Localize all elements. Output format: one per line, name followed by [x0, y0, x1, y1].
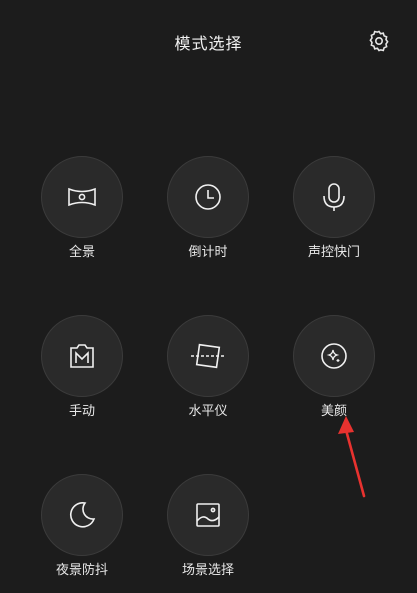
- page-title: 模式选择: [174, 34, 243, 53]
- mode-panorama-button[interactable]: [41, 156, 123, 238]
- mode-timer-button[interactable]: [167, 156, 249, 238]
- mode-beauty[interactable]: 美颜: [279, 315, 389, 421]
- mode-panorama-label: 全景: [68, 245, 95, 260]
- mode-night[interactable]: 夜景防抖: [27, 474, 137, 580]
- mode-scene-button[interactable]: [167, 474, 249, 556]
- manual-m-icon: [70, 344, 94, 368]
- panorama-icon: [68, 187, 96, 207]
- mode-beauty-button[interactable]: [293, 315, 375, 397]
- sparkle-icon: [321, 343, 347, 369]
- mode-night-label: 夜景防抖: [55, 563, 108, 578]
- clock-icon: [195, 184, 221, 210]
- mode-manual-label: 手动: [68, 404, 95, 419]
- mode-timer-label: 倒计时: [188, 245, 228, 260]
- red-arrow-annotation: [338, 416, 366, 498]
- gear-icon[interactable]: [367, 29, 391, 53]
- mode-voice-shutter[interactable]: 声控快门: [279, 156, 389, 262]
- mode-timer[interactable]: 倒计时: [153, 156, 263, 262]
- microphone-icon: [323, 183, 345, 211]
- mode-voice-shutter-label: 声控快门: [307, 245, 360, 260]
- mode-level-button[interactable]: [167, 315, 249, 397]
- mode-voice-shutter-button[interactable]: [293, 156, 375, 238]
- mode-manual-button[interactable]: [41, 315, 123, 397]
- level-icon: [191, 343, 225, 369]
- mode-scene[interactable]: 场景选择: [153, 474, 263, 580]
- mode-scene-label: 场景选择: [181, 563, 234, 578]
- mode-night-button[interactable]: [41, 474, 123, 556]
- moon-icon: [70, 502, 96, 528]
- mode-level[interactable]: 水平仪: [153, 315, 263, 421]
- mode-panorama[interactable]: 全景: [27, 156, 137, 262]
- scene-picture-icon: [196, 503, 220, 527]
- mode-level-label: 水平仪: [188, 404, 228, 419]
- mode-manual[interactable]: 手动: [27, 315, 137, 421]
